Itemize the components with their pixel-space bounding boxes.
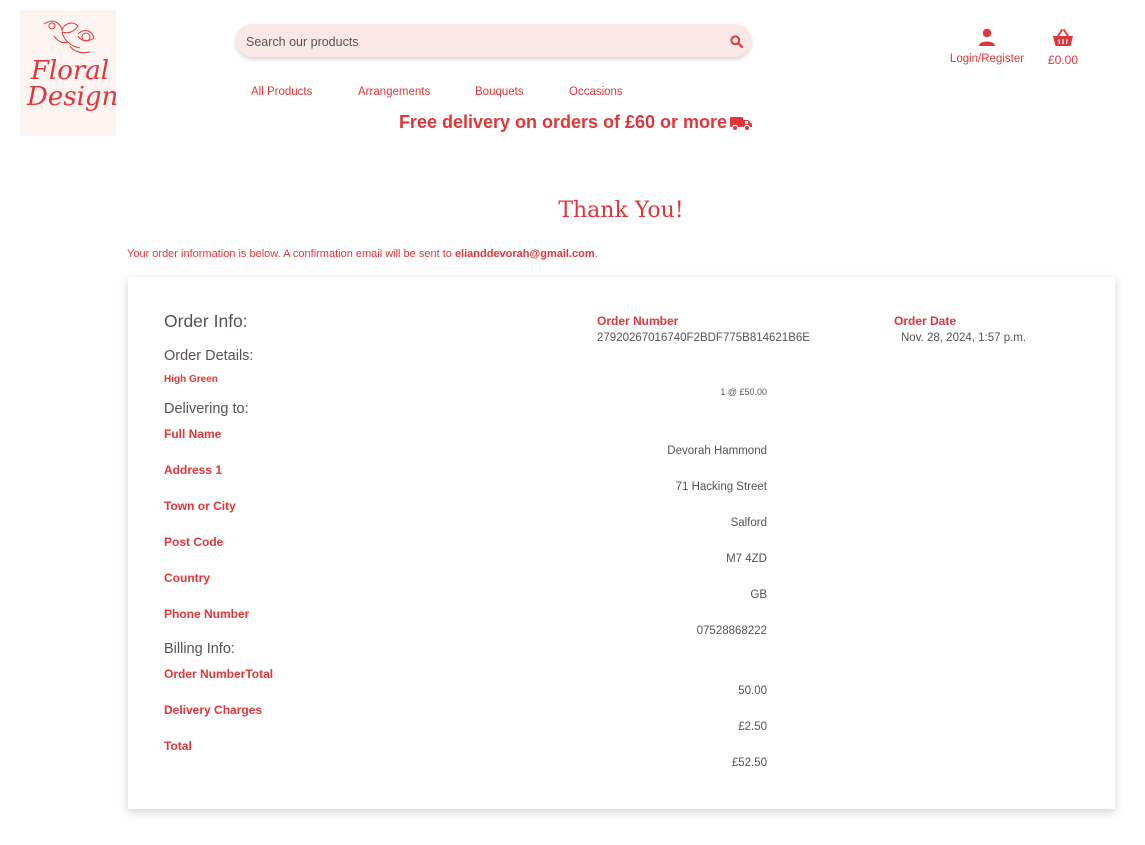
- order-total-label: Order NumberTotal: [164, 667, 274, 681]
- grand-total-label: Total: [164, 739, 192, 753]
- grand-total-value: £52.50: [731, 757, 767, 769]
- phone-number-label: Phone Number: [164, 607, 250, 621]
- login-register-link[interactable]: Login/Register: [946, 28, 1028, 65]
- basket-icon: [1053, 29, 1073, 46]
- post-code-label: Post Code: [164, 535, 224, 549]
- order-total-value: 50.00: [738, 685, 767, 697]
- nav-arrangements[interactable]: Arrangements: [358, 86, 430, 98]
- address-1-value: 71 Hacking Street: [675, 481, 767, 493]
- order-summary-card: Order Info: Order Number 27920267016740F…: [128, 277, 1115, 809]
- login-register-label: Login/Register: [949, 53, 1025, 65]
- phone-number-value: 07528868222: [696, 625, 767, 637]
- logo-wordmark: Floral Design: [27, 58, 118, 110]
- delivery-charges-value: £2.50: [738, 721, 767, 733]
- search-input[interactable]: [244, 24, 718, 59]
- order-number-value: 27920267016740F2BDF775B814621B6E: [597, 332, 810, 344]
- order-number-label: Order Number: [597, 314, 679, 328]
- order-details-heading: Order Details:: [164, 348, 254, 364]
- nav-bouquets[interactable]: Bouquets: [475, 86, 524, 98]
- flower-icon: [43, 20, 95, 54]
- nav-occasions[interactable]: Occasions: [569, 86, 623, 98]
- address-1-label: Address 1: [164, 463, 223, 477]
- nav-all-products[interactable]: All Products: [251, 86, 312, 98]
- search-button[interactable]: [725, 30, 747, 52]
- full-name-label: Full Name: [164, 427, 222, 441]
- country-label: Country: [164, 571, 210, 585]
- full-name-value: Devorah Hammond: [667, 445, 767, 457]
- post-code-value: M7 4ZD: [726, 553, 767, 565]
- confirmation-message: Your order information is below. A confi…: [127, 248, 598, 260]
- order-item-qty-price: 1 @ £50.00: [720, 387, 767, 397]
- user-icon: [979, 28, 995, 46]
- order-item-name: High Green: [164, 374, 218, 385]
- billing-info-heading: Billing Info:: [164, 641, 235, 657]
- promo-text: Free delivery on orders of £60 or more: [398, 112, 728, 132]
- basket-link[interactable]: £0.00: [1040, 28, 1086, 67]
- country-value: GB: [750, 589, 767, 601]
- delivery-charges-label: Delivery Charges: [164, 703, 263, 717]
- truck-icon: [730, 116, 753, 131]
- search-icon: [729, 34, 743, 48]
- order-info-heading: Order Info:: [164, 311, 248, 331]
- promo-banner: Free delivery on orders of £60 or more: [0, 112, 1145, 133]
- delivering-to-heading: Delivering to:: [164, 401, 249, 417]
- basket-total: £0.00: [1047, 53, 1079, 67]
- town-city-label: Town or City: [164, 499, 236, 513]
- page-title: Thank You!: [558, 198, 684, 223]
- order-date-value: Nov. 28, 2024, 1:57 p.m.: [901, 332, 1027, 344]
- confirmation-suffix: .: [594, 248, 598, 260]
- confirmation-email: elianddevorah@gmail.com: [454, 248, 595, 260]
- town-city-value: Salford: [730, 517, 767, 529]
- confirmation-prefix: Your order information is below. A confi…: [127, 248, 455, 260]
- search-bar: [236, 24, 751, 59]
- order-date-label: Order Date: [894, 314, 957, 328]
- logo-line-2: Design: [27, 82, 119, 112]
